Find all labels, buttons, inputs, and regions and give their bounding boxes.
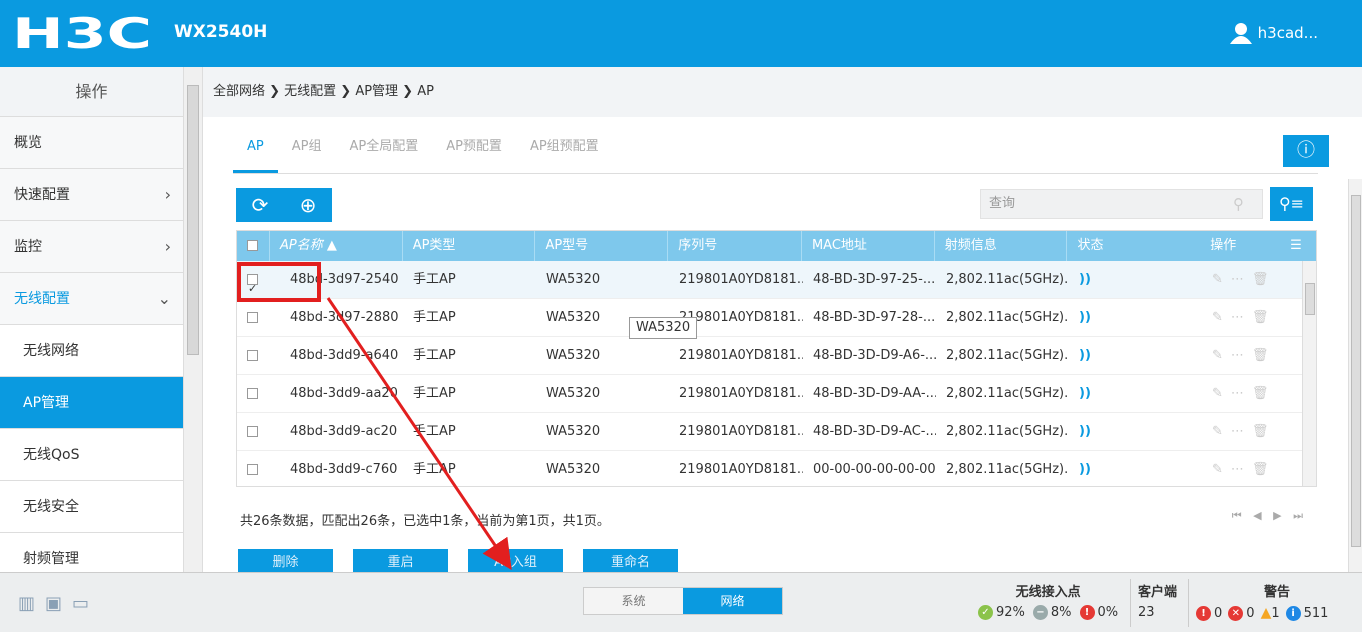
ap-other-pct: 8% bbox=[1050, 605, 1072, 620]
fault-icon: ! bbox=[1079, 605, 1095, 620]
ap-stats: 无线接入点 ✓ 92% −8% ! 0% bbox=[978, 581, 1118, 620]
layout-1-icon[interactable]: ▥ bbox=[18, 593, 35, 614]
client-count: 23 bbox=[1138, 605, 1155, 620]
offline-icon: − bbox=[1032, 605, 1048, 620]
info-icon: i bbox=[1285, 605, 1301, 621]
online-icon: ✓ bbox=[978, 605, 993, 620]
layout-2-icon[interactable]: ▣ bbox=[45, 593, 62, 614]
ap-stats-title: 无线接入点 bbox=[1015, 585, 1081, 600]
system-toggle[interactable]: 系统 bbox=[584, 588, 683, 614]
ap-online-pct: 92% bbox=[996, 605, 1025, 620]
alarm-major: 0 bbox=[1246, 605, 1255, 621]
major-alarm-icon: ✕ bbox=[1228, 605, 1244, 621]
annotation-arrow bbox=[326, 297, 512, 570]
divider bbox=[1130, 579, 1131, 627]
network-toggle[interactable]: 网络 bbox=[683, 588, 782, 614]
layout-3-icon[interactable]: ▭ bbox=[72, 593, 89, 614]
layout-switcher: ▥ ▣ ▭ bbox=[18, 593, 89, 614]
view-toggle: 系统 网络 bbox=[583, 587, 783, 615]
alarm-title: 警告 bbox=[1263, 585, 1290, 600]
ap-fault-pct: 0% bbox=[1097, 605, 1119, 620]
client-title: 客户端 bbox=[1138, 585, 1178, 600]
alarm-info: 511 bbox=[1303, 605, 1329, 621]
warning-icon: ▲ bbox=[1260, 605, 1272, 621]
alarm-warning: 1 bbox=[1271, 606, 1280, 621]
alarm-critical: 0 bbox=[1214, 605, 1223, 621]
divider bbox=[1188, 579, 1189, 627]
critical-alarm-icon: ! bbox=[1196, 605, 1211, 621]
client-stats: 客户端 23 bbox=[1138, 581, 1177, 620]
status-footer: ▥ ▣ ▭ 系统 网络 无线接入点 ✓ 92% −8% ! 0% 客户端 23 警告… bbox=[0, 572, 1362, 632]
alarm-stats: 警告 ! 0 ✕ 0 ▲1 i 511 bbox=[1196, 581, 1358, 621]
